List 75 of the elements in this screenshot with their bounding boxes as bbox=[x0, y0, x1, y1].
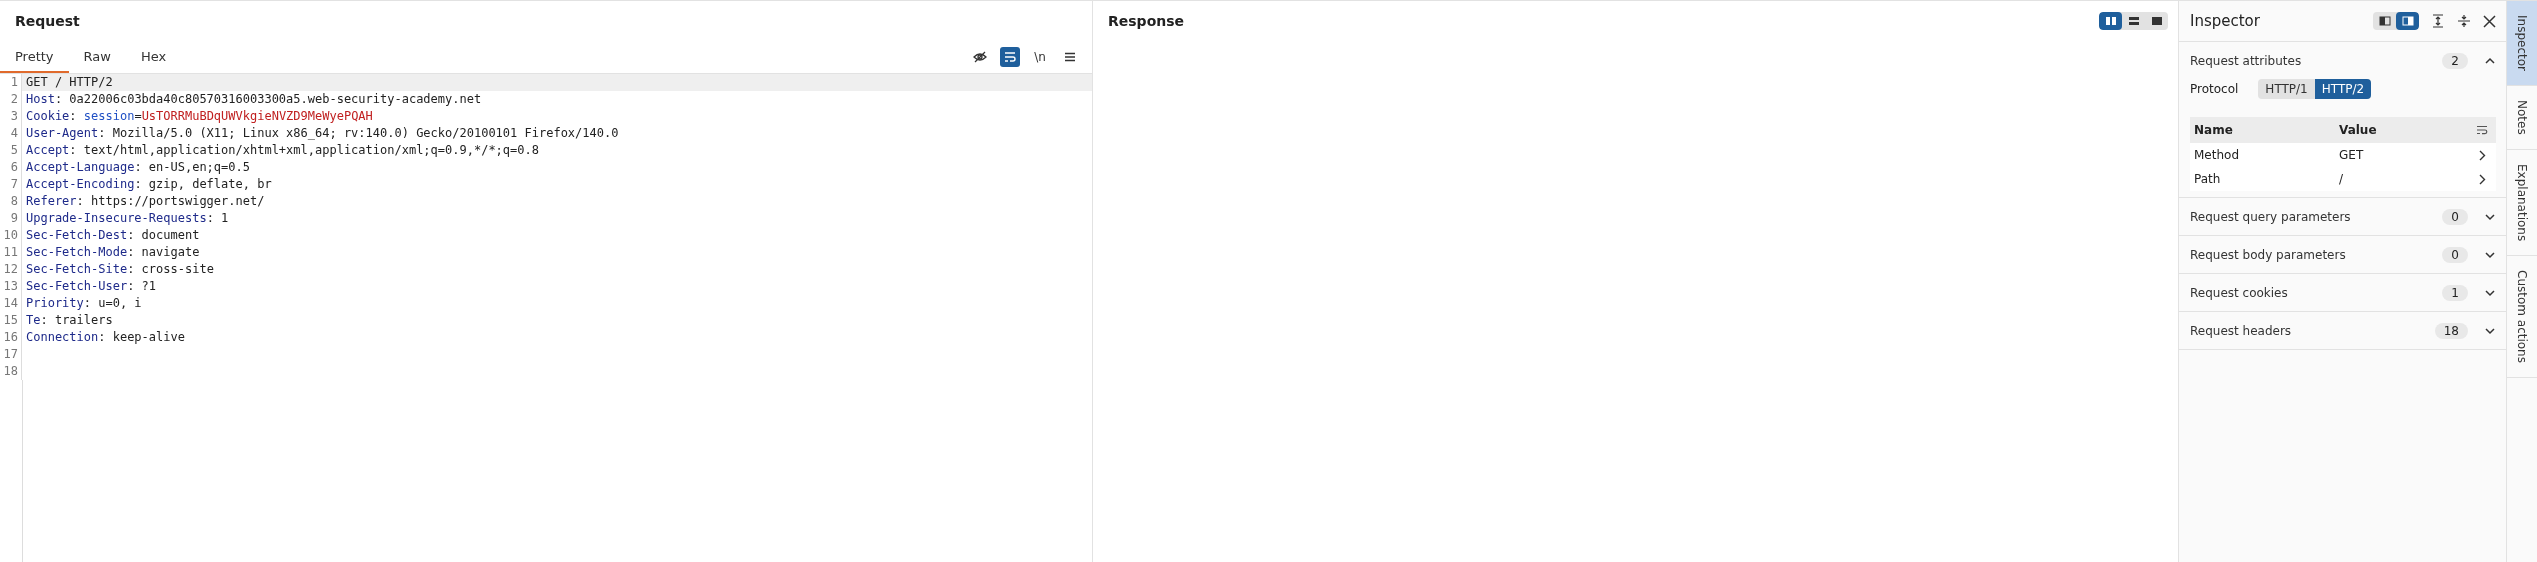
line-number: 13 bbox=[0, 278, 22, 295]
protocol-label: Protocol bbox=[2190, 82, 2239, 96]
dock-right-icon[interactable] bbox=[2396, 12, 2419, 30]
code-line: Te: trailers bbox=[25, 312, 114, 329]
count-badge: 18 bbox=[2434, 322, 2468, 339]
section-title[interactable]: Request attributes bbox=[2190, 53, 2443, 68]
code-line: Sec-Fetch-Mode: navigate bbox=[25, 244, 201, 261]
columns-layout-icon[interactable] bbox=[2099, 12, 2122, 30]
line-number: 4 bbox=[0, 125, 22, 142]
line-number: 18 bbox=[0, 363, 22, 380]
table-cell-text: / bbox=[2338, 172, 2345, 186]
protocol-option[interactable]: HTTP/1 bbox=[2258, 79, 2315, 99]
code-line: Connection: keep-alive bbox=[25, 329, 186, 346]
side-tab[interactable]: Inspector bbox=[2507, 1, 2537, 86]
chevron-icon[interactable] bbox=[2484, 326, 2496, 335]
code-line: Accept-Language: en-US,en;q=0.5 bbox=[25, 159, 251, 176]
chevron-right-icon[interactable] bbox=[2478, 149, 2486, 161]
panel-title: Response bbox=[1108, 13, 1185, 29]
code-line: Host: 0a22006c03bda40c80570316003300a5.web-security-academy.net bbox=[25, 91, 483, 108]
close-icon[interactable] bbox=[2483, 14, 2496, 28]
line-number: 7 bbox=[0, 176, 22, 193]
editor-tab[interactable]: Hex bbox=[125, 41, 182, 73]
panel-title: Request bbox=[15, 13, 80, 29]
table-cell-text: GET bbox=[2338, 148, 2365, 162]
code-line: Cookie: session=UsTORRMuBDqUWVkgieNVZD9MeWyePQAH bbox=[25, 108, 374, 125]
column-header: Name bbox=[2193, 123, 2234, 137]
wrap-icon[interactable] bbox=[1000, 47, 1020, 67]
line-number: 6 bbox=[0, 159, 22, 176]
line-number: 2 bbox=[0, 91, 22, 108]
line-number: 14 bbox=[0, 295, 22, 312]
line-number: 15 bbox=[0, 312, 22, 329]
line-number: 9 bbox=[0, 210, 22, 227]
line-number: 10 bbox=[0, 227, 22, 244]
section-title[interactable]: Request cookies bbox=[2190, 285, 2443, 300]
line-number: 5 bbox=[0, 142, 22, 159]
expand-icon[interactable] bbox=[2431, 14, 2445, 28]
collapse-icon[interactable] bbox=[2457, 14, 2471, 28]
line-number: 11 bbox=[0, 244, 22, 261]
code-line: User-Agent: Mozilla/5.0 (X11; Linux x86_64; rv:140.0) Gecko/20100101 Firefox/140.0 bbox=[25, 125, 620, 142]
code-line: Sec-Fetch-User: ?1 bbox=[25, 278, 158, 295]
protocol-option[interactable]: HTTP/2 bbox=[2314, 79, 2372, 99]
code-line: Sec-Fetch-Dest: document bbox=[25, 227, 201, 244]
count-badge: 2 bbox=[2442, 52, 2468, 69]
code-line: Priority: u=0, i bbox=[25, 295, 143, 312]
line-number: 8 bbox=[0, 193, 22, 210]
section-title[interactable]: Request query parameters bbox=[2190, 209, 2443, 224]
code-line: Accept: text/html,application/xhtml+xml,application/xml;q=0.9,*/*;q=0.8 bbox=[25, 142, 540, 159]
code-line: Upgrade-Insecure-Requests: 1 bbox=[25, 210, 230, 227]
side-tab[interactable]: Explanations bbox=[2507, 149, 2537, 256]
section-title[interactable]: Request body parameters bbox=[2190, 247, 2443, 262]
code-line: Sec-Fetch-Site: cross-site bbox=[25, 261, 215, 278]
code-line: Accept-Encoding: gzip, deflate, br bbox=[25, 176, 273, 193]
column-header: Value bbox=[2338, 123, 2378, 137]
wrap-icon[interactable] bbox=[2476, 125, 2488, 135]
count-badge: 0 bbox=[2442, 246, 2468, 263]
line-number: 17 bbox=[0, 346, 22, 363]
inspector-title: Inspector bbox=[2190, 12, 2260, 30]
side-tab[interactable]: Notes bbox=[2507, 86, 2537, 150]
line-number: 12 bbox=[0, 261, 22, 278]
editor-tab[interactable]: Raw bbox=[68, 41, 126, 73]
table-cell-text: Method bbox=[2193, 148, 2240, 162]
side-tab[interactable]: Custom actions bbox=[2507, 255, 2537, 378]
section-title[interactable]: Request headers bbox=[2190, 323, 2435, 338]
count-badge: 1 bbox=[2442, 284, 2468, 301]
chevron-icon[interactable] bbox=[2484, 288, 2496, 297]
line-number: 3 bbox=[0, 108, 22, 125]
table-cell-text: Path bbox=[2193, 172, 2222, 186]
chevron-right-icon[interactable] bbox=[2478, 173, 2486, 185]
count-badge: 0 bbox=[2442, 208, 2468, 225]
line-number: 16 bbox=[0, 329, 22, 346]
chevron-icon[interactable] bbox=[2484, 212, 2496, 221]
newline-toggle[interactable]: \n bbox=[1030, 47, 1050, 67]
chevron-icon[interactable] bbox=[2484, 250, 2496, 259]
code-line: Referer: https://portswigger.net/ bbox=[25, 193, 266, 210]
chevron-icon[interactable] bbox=[2484, 56, 2496, 65]
